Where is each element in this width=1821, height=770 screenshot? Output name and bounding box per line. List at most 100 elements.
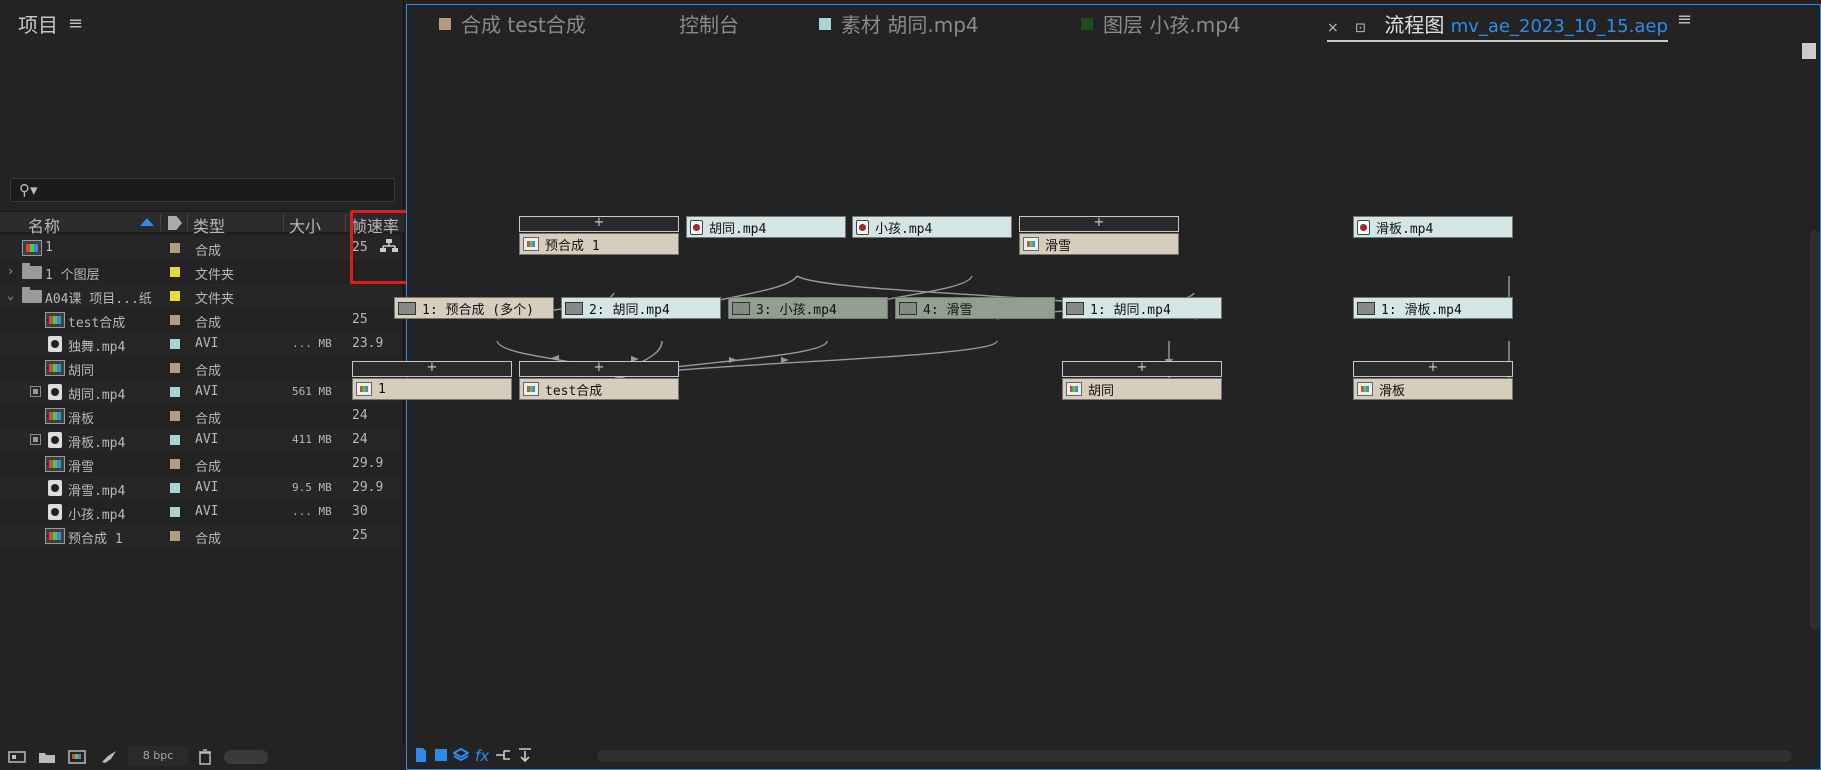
expand-collapse-icon[interactable] [517, 747, 533, 763]
interpret-footage-icon[interactable] [8, 750, 26, 764]
node-comp-1[interactable]: 1 [352, 378, 512, 400]
project-item-row[interactable]: 胡同.mp4AVI561 MB25 [0, 380, 400, 404]
thumbnail-size-slider[interactable] [224, 750, 268, 764]
project-item-row[interactable]: 滑雪.mp4 AVI 9.5 MB 29.9 [0, 476, 400, 500]
project-item-row[interactable]: 胡同合成25 [0, 356, 400, 380]
project-item-row[interactable]: test合成 合成 25 [0, 308, 400, 332]
column-type[interactable]: 类型 [193, 213, 225, 237]
label-color-swatch[interactable] [170, 459, 180, 469]
column-divider[interactable] [160, 214, 161, 231]
node-footage-xiaohai[interactable]: 小孩.mp4 [852, 216, 1012, 238]
project-item-row[interactable]: › 1 个图层 文件夹 [0, 260, 400, 284]
project-column-header: 名称 类型 大小 帧速率 [0, 211, 404, 236]
node-label: 1: 胡同.mp4 [1090, 302, 1171, 318]
lock-icon[interactable]: ⊡ [1355, 21, 1366, 36]
tab-composition[interactable]: 合成 test合成 [439, 9, 586, 38]
search-icon[interactable]: ⚲▾ [19, 181, 38, 199]
label-color-swatch[interactable] [170, 387, 180, 397]
expand-plus-bar[interactable]: + [519, 216, 679, 232]
show-solids-icon[interactable] [433, 747, 449, 763]
close-tab-icon[interactable]: × [1327, 20, 1339, 36]
item-name: 滑板 [68, 412, 95, 427]
composition-icon [45, 312, 65, 328]
panel-menu-icon[interactable]: ≡ [1677, 9, 1692, 30]
node-layer-hutong-single[interactable]: 1: 胡同.mp4 [1062, 297, 1222, 319]
composition-icon [45, 528, 65, 544]
label-color-swatch[interactable] [170, 243, 180, 253]
tab-layer[interactable]: 图层 小孩.mp4 [1081, 9, 1241, 38]
project-item-row[interactable]: 滑板 合成 24 [0, 404, 400, 428]
render-rocket-icon[interactable] [100, 750, 118, 764]
tab-console[interactable]: 控制台 [679, 9, 739, 38]
project-search-input[interactable]: ⚲▾ [10, 178, 395, 202]
project-item-row[interactable]: ⌄ A04课 项目...纸 文件夹 [0, 284, 400, 308]
column-divider[interactable] [345, 214, 346, 231]
column-divider[interactable] [187, 214, 188, 231]
label-color-swatch[interactable] [170, 291, 180, 301]
label-color-swatch[interactable] [170, 363, 180, 373]
expand-plus-bar[interactable]: + [1062, 361, 1222, 377]
item-fps: 29.9 [352, 480, 384, 495]
expand-arrow-icon[interactable]: › [7, 264, 14, 278]
show-effects-icon[interactable]: fx [475, 747, 491, 765]
proxy-checkbox[interactable] [30, 386, 41, 397]
proxy-checkbox[interactable] [30, 434, 41, 445]
node-comp-hutong[interactable]: 胡同 [1062, 378, 1222, 400]
node-comp-test[interactable]: test合成 [519, 378, 679, 400]
node-footage-huaban[interactable]: 滑板.mp4 [1353, 216, 1513, 238]
label-color-swatch[interactable] [170, 339, 180, 349]
label-tag-icon[interactable] [168, 216, 182, 230]
flow-direction-icon[interactable] [495, 747, 511, 763]
expand-plus-bar[interactable]: + [519, 361, 679, 377]
label-color-swatch[interactable] [170, 507, 180, 517]
new-composition-icon[interactable] [68, 750, 86, 764]
expand-plus-bar[interactable]: + [1353, 361, 1513, 377]
node-footage-hutong[interactable]: 胡同.mp4 [686, 216, 846, 238]
trash-icon[interactable] [198, 749, 212, 765]
node-precomp-1[interactable]: 预合成 1 [519, 233, 679, 255]
sort-ascending-icon[interactable] [140, 218, 154, 226]
layer-icon [1066, 301, 1084, 315]
label-color-swatch[interactable] [170, 483, 180, 493]
collapse-arrow-icon[interactable]: ⌄ [7, 288, 14, 302]
tab-flowchart[interactable]: × ⊡ 流程图 mv_ae_2023_10_15.aep [1327, 9, 1668, 42]
tab-footage[interactable]: 素材 胡同.mp4 [819, 9, 979, 38]
show-layers-icon[interactable] [453, 747, 469, 763]
project-panel: 项目 ≡ ⚲▾ 名称 类型 大小 帧速率 1 合成 25 › 1 个图层 文件夹 ⌄ A04课… [0, 0, 420, 770]
label-color-swatch[interactable] [170, 531, 180, 541]
label-color-swatch[interactable] [170, 435, 180, 445]
video-file-icon [48, 480, 62, 496]
column-size[interactable]: 大小 [289, 213, 321, 237]
horizontal-scrollbar[interactable] [597, 750, 1792, 762]
flowchart-canvas[interactable]: + 预合成 1 胡同.mp4 小孩.mp4 + 滑雪 滑板.mp4 1: 预合成… [352, 39, 1812, 739]
node-layer-huaban[interactable]: 1: 滑板.mp4 [1353, 297, 1513, 319]
node-layer-xiaohai[interactable]: 3: 小孩.mp4 [728, 297, 888, 319]
composition-icon [45, 456, 65, 472]
node-label: 小孩.mp4 [875, 221, 933, 237]
bit-depth-button[interactable]: 8 bpc [128, 746, 188, 766]
label-color-swatch[interactable] [170, 411, 180, 421]
new-folder-icon[interactable] [38, 750, 56, 764]
expand-plus-bar[interactable]: + [352, 361, 512, 377]
label-color-swatch[interactable] [170, 315, 180, 325]
label-color-swatch[interactable] [170, 267, 180, 277]
node-layer-precomp[interactable]: 1: 预合成 (多个) [394, 297, 554, 319]
node-layer-hutong[interactable]: 2: 胡同.mp4 [561, 297, 721, 319]
node-comp-huaxue[interactable]: 滑雪 [1019, 233, 1179, 255]
project-item-row[interactable]: 预合成 1 合成 25 [0, 524, 400, 548]
panel-menu-icon[interactable]: ≡ [68, 13, 83, 34]
project-item-row[interactable]: 小孩.mp4 AVI ... MB 30 [0, 500, 400, 524]
item-type: AVI [195, 480, 219, 495]
project-item-row[interactable]: 滑雪 合成 29.9 [0, 452, 400, 476]
show-project-items-icon[interactable] [413, 747, 429, 763]
expand-plus-bar[interactable]: + [1019, 216, 1179, 232]
project-item-row[interactable]: 滑板.mp4 AVI 411 MB 24 [0, 428, 400, 452]
node-label: 胡同.mp4 [709, 221, 767, 237]
node-comp-huaban[interactable]: 滑板 [1353, 378, 1513, 400]
project-item-row[interactable]: 独舞.mp4 AVI ... MB 23.9 [0, 332, 400, 356]
node-layer-huaxue[interactable]: 4: 滑雪 [895, 297, 1055, 319]
column-name[interactable]: 名称 [28, 213, 60, 237]
project-panel-title[interactable]: 项目 [18, 9, 58, 38]
project-item-row[interactable]: 1 合成 25 [0, 236, 400, 260]
column-divider[interactable] [283, 214, 284, 231]
